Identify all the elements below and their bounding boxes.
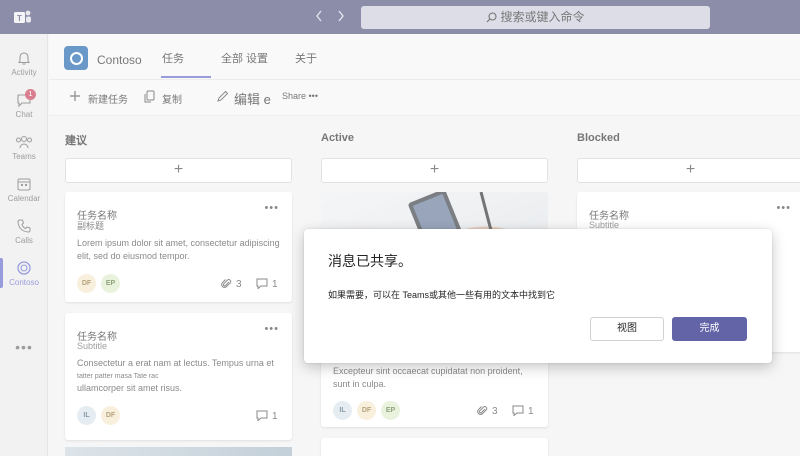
done-button[interactable]: 完成 bbox=[672, 317, 747, 341]
dialog-title: 消息已共享。 bbox=[328, 253, 412, 269]
share-confirmation-dialog: 消息已共享。 如果需要，可以在 Teams或其他一些有用的文本中找到它 视图 完… bbox=[304, 229, 772, 363]
view-button[interactable]: 视图 bbox=[590, 317, 664, 341]
dialog-body: 如果需要，可以在 Teams或其他一些有用的文本中找到它 bbox=[328, 290, 556, 300]
modal-backdrop bbox=[0, 0, 800, 456]
